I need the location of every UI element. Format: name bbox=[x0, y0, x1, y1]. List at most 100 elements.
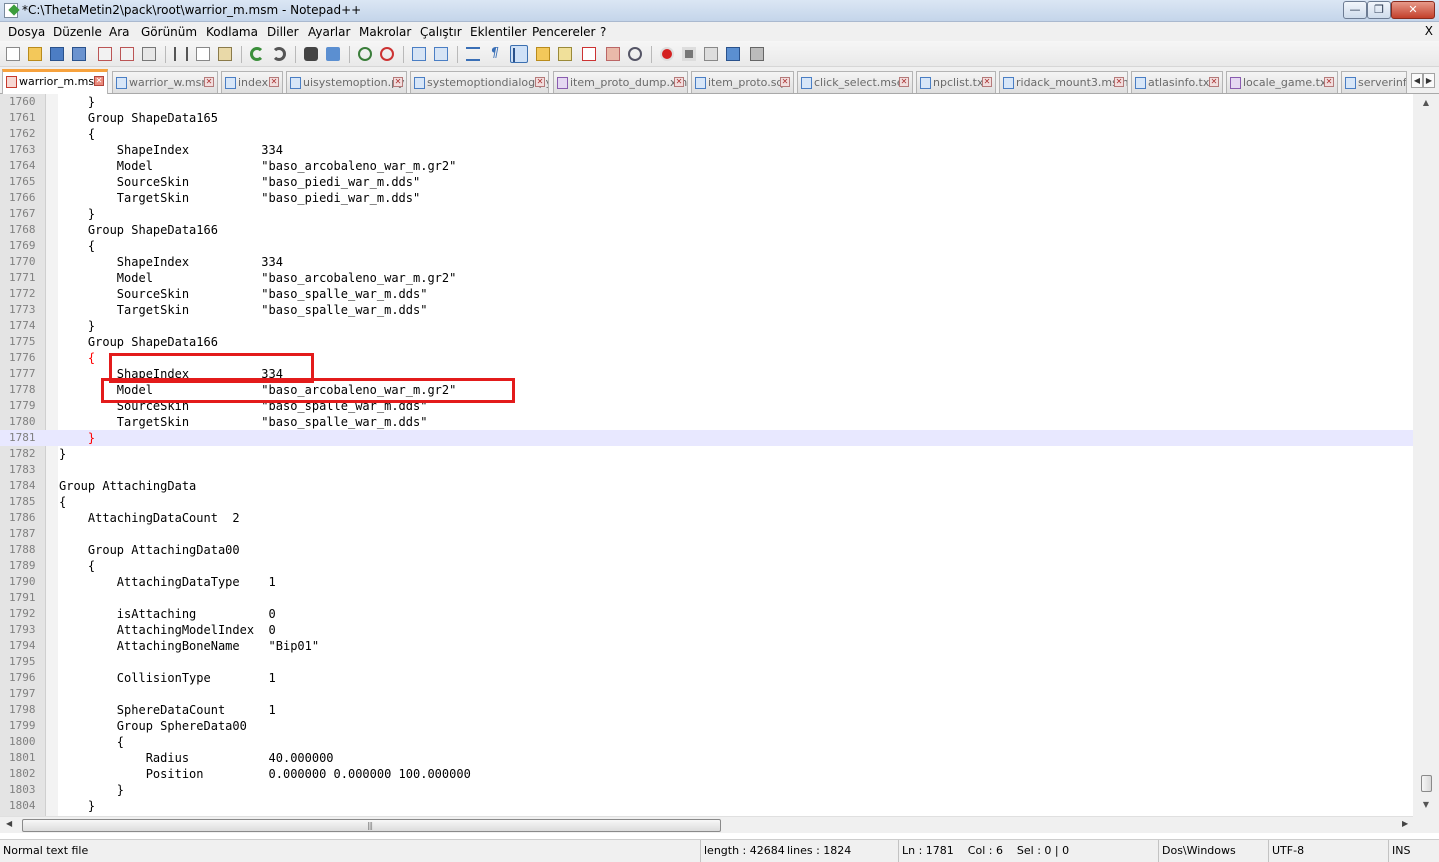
save-icon[interactable] bbox=[48, 45, 66, 63]
maximize-button[interactable]: ❐ bbox=[1367, 1, 1391, 19]
code-line[interactable]: 1766 TargetSkin "baso_piedi_war_m.dds" bbox=[0, 190, 1413, 206]
stop-macro-icon[interactable] bbox=[680, 45, 698, 63]
replace-icon[interactable] bbox=[324, 45, 342, 63]
menu-diller[interactable]: Diller bbox=[267, 25, 299, 39]
code-line[interactable]: 1797 bbox=[0, 686, 1413, 702]
vertical-scroll-thumb[interactable] bbox=[1421, 775, 1432, 792]
code-line[interactable]: 1801 Radius 40.000000 bbox=[0, 750, 1413, 766]
close-tab-icon[interactable]: ✕ bbox=[393, 77, 403, 87]
code-line[interactable]: 1803 } bbox=[0, 782, 1413, 798]
save-all-icon[interactable] bbox=[70, 45, 88, 63]
menu-kodlama[interactable]: Kodlama bbox=[206, 25, 258, 39]
code-line[interactable]: 1773 TargetSkin "baso_spalle_war_m.dds" bbox=[0, 302, 1413, 318]
open-file-icon[interactable] bbox=[26, 45, 44, 63]
user-language-icon[interactable] bbox=[534, 45, 552, 63]
folder-workspace-icon[interactable] bbox=[604, 45, 622, 63]
scroll-down-icon[interactable]: ▼ bbox=[1421, 800, 1431, 810]
find-icon[interactable] bbox=[302, 45, 320, 63]
code-line[interactable]: 1784 Group AttachingData bbox=[0, 478, 1413, 494]
tab-scroll-right-icon[interactable]: ▶ bbox=[1423, 73, 1435, 88]
code-line[interactable]: 1774 } bbox=[0, 318, 1413, 334]
copy-icon[interactable] bbox=[194, 45, 212, 63]
code-line[interactable]: 1789 { bbox=[0, 558, 1413, 574]
paste-icon[interactable] bbox=[216, 45, 234, 63]
tab-npclist-txt[interactable]: npclist.txt ✕ bbox=[916, 71, 996, 93]
code-line[interactable]: 1782} bbox=[0, 446, 1413, 462]
close-tab-icon[interactable]: ✕ bbox=[899, 77, 909, 87]
code-line[interactable]: 1765 SourceSkin "baso_piedi_war_m.dds" bbox=[0, 174, 1413, 190]
code-line[interactable]: 1791 bbox=[0, 590, 1413, 606]
close-tab-icon[interactable]: ✕ bbox=[94, 76, 104, 86]
menu-gorunum[interactable]: Görünüm bbox=[141, 25, 197, 39]
code-line[interactable]: 1802 Position 0.000000 0.000000 100.0000… bbox=[0, 766, 1413, 782]
code-line[interactable]: 1775 Group ShapeData166 bbox=[0, 334, 1413, 350]
code-line[interactable]: 1785 { bbox=[0, 494, 1413, 510]
show-all-chars-icon[interactable]: ¶ bbox=[486, 45, 504, 63]
function-list-icon[interactable] bbox=[580, 45, 598, 63]
close-window-button[interactable]: ✕ bbox=[1391, 1, 1435, 19]
code-line[interactable]: 1783 bbox=[0, 462, 1413, 478]
word-wrap-icon[interactable] bbox=[464, 45, 482, 63]
tab-systemoptiondialog-py[interactable]: systemoptiondialog.py ✕ bbox=[410, 71, 549, 93]
code-line[interactable]: 1769 { bbox=[0, 238, 1413, 254]
code-line[interactable]: 1796 CollisionType 1 bbox=[0, 670, 1413, 686]
redo-icon[interactable] bbox=[270, 45, 288, 63]
code-line[interactable]: 1792 isAttaching 0 bbox=[0, 606, 1413, 622]
close-tab-icon[interactable]: ✕ bbox=[674, 77, 684, 87]
code-line[interactable]: 1798 SphereDataCount 1 bbox=[0, 702, 1413, 718]
menu-calistir[interactable]: Çalıştır bbox=[420, 25, 462, 39]
code-line[interactable]: 1772 SourceSkin "baso_spalle_war_m.dds" bbox=[0, 286, 1413, 302]
record-macro-icon[interactable] bbox=[658, 45, 676, 63]
tab-atlasinfo-txt[interactable]: atlasinfo.txt ✕ bbox=[1131, 71, 1223, 93]
menu-duzenle[interactable]: Düzenle bbox=[53, 25, 102, 39]
tab-scroll-left-icon[interactable]: ◀ bbox=[1411, 73, 1423, 88]
code-line[interactable]: 1771 Model "baso_arcobaleno_war_m.gr2" bbox=[0, 270, 1413, 286]
close-tab-icon[interactable]: ✕ bbox=[982, 77, 992, 87]
close-tab-icon[interactable]: ✕ bbox=[1209, 77, 1219, 87]
code-line[interactable]: 1761 Group ShapeData165 bbox=[0, 110, 1413, 126]
vertical-scrollbar[interactable]: ▲ ▼ bbox=[1413, 94, 1439, 816]
code-line[interactable]: 1762 { bbox=[0, 126, 1413, 142]
code-line[interactable]: 1799 Group SphereData00 bbox=[0, 718, 1413, 734]
new-file-icon[interactable] bbox=[4, 45, 22, 63]
close-icon[interactable] bbox=[96, 45, 114, 63]
text-editor[interactable]: 1760 } 1761 Group ShapeData165 1762 {1763 … bbox=[0, 94, 1439, 816]
close-all-icon[interactable] bbox=[118, 45, 136, 63]
close-tab-icon[interactable]: ✕ bbox=[535, 77, 545, 87]
close-tab-icon[interactable]: ✕ bbox=[780, 77, 790, 87]
save-macro-icon[interactable] bbox=[748, 45, 766, 63]
tab-item-proto-sql[interactable]: item_proto.sql ✕ bbox=[691, 71, 794, 93]
code-line[interactable]: 1804 } bbox=[0, 798, 1413, 814]
run-macro-multiple-icon[interactable] bbox=[724, 45, 742, 63]
close-tab-icon[interactable]: ✕ bbox=[1324, 77, 1334, 87]
undo-icon[interactable] bbox=[248, 45, 266, 63]
tab-index[interactable]: index ✕ bbox=[221, 71, 283, 93]
code-line[interactable]: 1793 AttachingModelIndex 0 bbox=[0, 622, 1413, 638]
menu-ara[interactable]: Ara bbox=[109, 25, 130, 39]
scroll-right-icon[interactable]: ▶ bbox=[1402, 819, 1408, 828]
code-line[interactable]: 1770 ShapeIndex 334 bbox=[0, 254, 1413, 270]
code-line[interactable]: 1795 bbox=[0, 654, 1413, 670]
menu-eklentiler[interactable]: Eklentiler bbox=[470, 25, 527, 39]
code-line[interactable]: 1790 AttachingDataType 1 bbox=[0, 574, 1413, 590]
tab-warrior-w-msm[interactable]: warrior_w.msm ✕ bbox=[112, 71, 218, 93]
close-tab-icon[interactable]: ✕ bbox=[269, 77, 279, 87]
code-line[interactable]: 1781 } bbox=[0, 430, 1413, 446]
menu-makrolar[interactable]: Makrolar bbox=[359, 25, 411, 39]
code-line[interactable]: 1768 Group ShapeData166 bbox=[0, 222, 1413, 238]
play-macro-icon[interactable] bbox=[702, 45, 720, 63]
scroll-left-icon[interactable]: ◀ bbox=[6, 819, 12, 828]
tab-uisystemoption-py[interactable]: uisystemoption.py ✕ bbox=[286, 71, 407, 93]
menu-help[interactable]: ? bbox=[600, 25, 606, 39]
sync-vertical-icon[interactable] bbox=[410, 45, 428, 63]
close-document-button[interactable]: X bbox=[1425, 24, 1433, 38]
sync-horizontal-icon[interactable] bbox=[432, 45, 450, 63]
cut-icon[interactable] bbox=[172, 45, 190, 63]
zoom-in-icon[interactable] bbox=[356, 45, 374, 63]
close-tab-icon[interactable]: ✕ bbox=[204, 77, 214, 87]
code-line[interactable]: 1764 Model "baso_arcobaleno_war_m.gr2" bbox=[0, 158, 1413, 174]
indent-guide-icon[interactable] bbox=[510, 45, 528, 63]
horizontal-scroll-thumb[interactable]: ||| bbox=[22, 819, 721, 832]
monitor-icon[interactable] bbox=[626, 45, 644, 63]
code-line[interactable]: 1760 } bbox=[0, 94, 1413, 110]
